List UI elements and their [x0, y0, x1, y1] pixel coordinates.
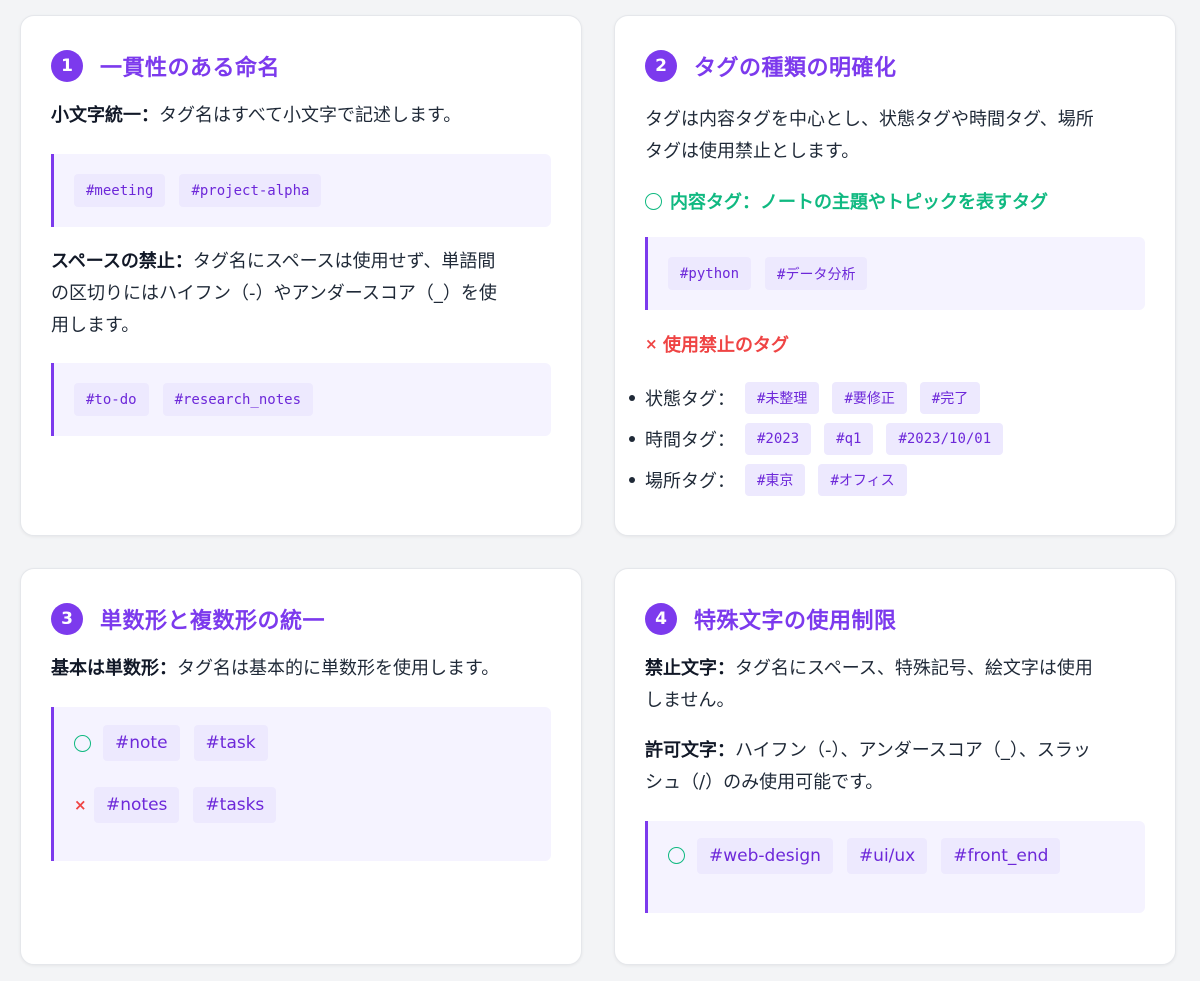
list-item: 場所タグ： #東京 #オフィス — [629, 459, 1145, 500]
intro-line: タグは使用禁止とします。 — [645, 141, 860, 162]
rule-label: 許可文字： — [645, 740, 735, 761]
circle-ok-icon — [74, 734, 91, 752]
rule-lowercase: 小文字統一：タグ名はすべて小文字で記述します。 — [51, 100, 551, 132]
rule-text-line: 用します。 — [51, 315, 140, 336]
rule-text: タグ名は基本的に単数形を使用します。 — [177, 658, 500, 679]
bullet-icon — [629, 477, 635, 483]
bullet-icon — [629, 395, 635, 401]
list-item-label: 状態タグ： — [645, 388, 735, 410]
bullet-icon — [629, 436, 635, 442]
tag-chip: #完了 — [919, 381, 981, 414]
cross-icon: × — [74, 796, 87, 814]
allowed-label: 内容タグ：ノートの主題やトピックを表すタグ — [670, 192, 1048, 213]
tag-chip: #ui/ux — [846, 838, 928, 874]
card-title: 一貫性のある命名 — [100, 56, 281, 81]
forbidden-label: 使用禁止のタグ — [663, 335, 789, 356]
card-header: 2 タグの種類の明確化 — [645, 50, 1145, 82]
rule-text: タグ名はすべて小文字で記述します。 — [159, 105, 462, 126]
tag-chip: #research_notes — [162, 383, 314, 416]
allowed-heading: 内容タグ：ノートの主題やトピックを表すタグ — [645, 186, 1145, 216]
intro-line: タグは内容タグを中心とし、状態タグや時間タグ、場所 — [645, 109, 1094, 130]
tag-chip: #要修正 — [832, 381, 907, 414]
rule-text-line: しません。 — [645, 690, 735, 711]
step-number-badge: 1 — [51, 50, 83, 82]
tag-chip: #meeting — [74, 174, 166, 207]
tag-chip: #to-do — [74, 383, 149, 416]
tag-chip: #未整理 — [745, 381, 820, 414]
card-header: 3 単数形と複数形の統一 — [51, 603, 551, 635]
circle-ok-icon — [645, 192, 662, 210]
card-header: 1 一貫性のある命名 — [51, 50, 551, 82]
rule-text-line: シュ（/）のみ使用可能です。 — [645, 772, 884, 793]
card-singular-plural: 3 単数形と複数形の統一 基本は単数形：タグ名は基本的に単数形を使用します。 #… — [20, 568, 582, 965]
tag-chip: #front_end — [941, 838, 1061, 874]
rule-text-line: タグ名にスペース、特殊記号、絵文字は使用 — [735, 658, 1093, 679]
rule-label: 禁止文字： — [645, 658, 735, 679]
tag-chip: #note — [103, 725, 180, 761]
tag-chip: #notes — [94, 787, 180, 823]
tag-chip: #オフィス — [818, 463, 907, 496]
tag-chip: #project-alpha — [179, 174, 322, 207]
forbidden-list: 状態タグ： #未整理 #要修正 #完了 時間タグ： #2023 #q1 #202… — [629, 377, 1145, 500]
tag-chip: #web-design — [697, 838, 833, 874]
card-title: 単数形と複数形の統一 — [100, 609, 326, 634]
bad-example-row: × #notes #tasks — [74, 787, 290, 823]
tag-chip: #task — [193, 725, 268, 761]
card-special-characters: 4 特殊文字の使用制限 禁止文字：タグ名にスペース、特殊記号、絵文字は使用 しま… — [614, 568, 1176, 965]
example-box: #to-do #research_notes — [51, 363, 551, 436]
tag-chip: #東京 — [745, 463, 806, 496]
card-title: 特殊文字の使用制限 — [694, 609, 897, 634]
list-item: 状態タグ： #未整理 #要修正 #完了 — [629, 377, 1145, 418]
tag-chip: #2023/10/01 — [886, 422, 1004, 455]
rule-label: 小文字統一： — [51, 105, 159, 126]
rule-no-spaces: スペースの禁止：タグ名にスペースは使用せず、単語間 の区切りにはハイフン（-）や… — [51, 246, 551, 342]
step-number-badge: 3 — [51, 603, 83, 635]
circle-ok-icon — [668, 847, 685, 864]
forbidden-heading: × 使用禁止のタグ — [645, 329, 1145, 359]
rule-label: スペースの禁止： — [51, 251, 193, 272]
card-consistent-naming: 1 一貫性のある命名 小文字統一：タグ名はすべて小文字で記述します。 #meet… — [20, 15, 582, 536]
rule-singular: 基本は単数形：タグ名は基本的に単数形を使用します。 — [51, 653, 551, 685]
tag-chip: #python — [668, 257, 752, 290]
list-item-label: 時間タグ： — [645, 429, 735, 451]
example-box: #meeting #project-alpha — [51, 154, 551, 227]
list-item-label: 場所タグ： — [645, 470, 735, 492]
rule-text-line: ハイフン（-）、アンダースコア（_）、スラッ — [735, 740, 1091, 761]
step-number-badge: 2 — [645, 50, 677, 82]
tag-chip: #データ分析 — [765, 257, 868, 290]
rule-text-line: の区切りにはハイフン（-）やアンダースコア（_）を使 — [51, 283, 497, 304]
rule-text-line: タグ名にスペースは使用せず、単語間 — [192, 251, 496, 272]
step-number-badge: 4 — [645, 603, 677, 635]
example-box: #web-design #ui/ux #front_end — [645, 821, 1145, 913]
example-box: #note #task × #notes #tasks — [51, 707, 551, 861]
rule-allowed-chars: 許可文字：ハイフン（-）、アンダースコア（_）、スラッ シュ（/）のみ使用可能で… — [645, 735, 1145, 799]
good-example-row: #note #task — [74, 725, 282, 761]
list-item: 時間タグ： #2023 #q1 #2023/10/01 — [629, 418, 1145, 459]
example-box: #python #データ分析 — [645, 237, 1145, 310]
cross-icon: × — [645, 335, 658, 353]
intro-text: タグは内容タグを中心とし、状態タグや時間タグ、場所 タグは使用禁止とします。 — [645, 104, 1145, 168]
rule-label: 基本は単数形： — [51, 658, 177, 679]
card-tag-types: 2 タグの種類の明確化 タグは内容タグを中心とし、状態タグや時間タグ、場所 タグ… — [614, 15, 1176, 536]
tag-chip: #q1 — [824, 422, 874, 455]
tag-chip: #2023 — [745, 422, 812, 455]
tag-chip: #tasks — [193, 787, 277, 823]
card-header: 4 特殊文字の使用制限 — [645, 603, 1145, 635]
card-title: タグの種類の明確化 — [694, 56, 897, 81]
rule-forbidden-chars: 禁止文字：タグ名にスペース、特殊記号、絵文字は使用 しません。 — [645, 653, 1145, 717]
